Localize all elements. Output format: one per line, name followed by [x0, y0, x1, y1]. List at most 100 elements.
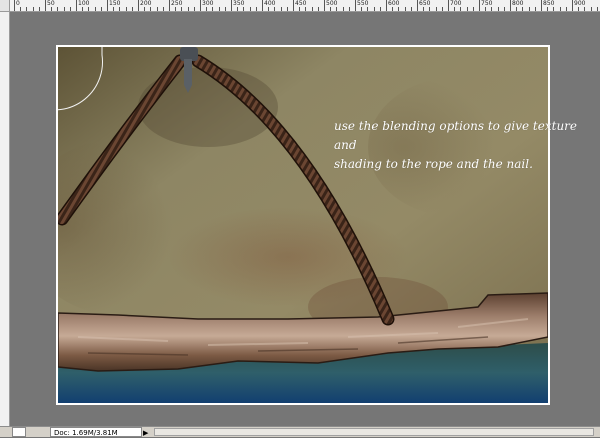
ruler-major-tick	[510, 0, 511, 11]
ruler-label: 0	[16, 0, 20, 7]
ruler-minor-tick	[410, 7, 412, 11]
document-size-info[interactable]: Doc: 1.69M/3.81M	[50, 427, 142, 437]
ruler-major-tick	[76, 0, 77, 11]
ruler-major-tick	[386, 0, 387, 11]
ruler-minor-tick	[596, 7, 598, 11]
ruler-label: 200	[140, 0, 152, 7]
ruler-major-tick	[572, 0, 573, 11]
ruler-minor-tick	[497, 7, 499, 11]
ruler-minor-tick	[361, 7, 363, 11]
ruler-label: 400	[264, 0, 276, 7]
ruler-minor-tick	[460, 7, 462, 11]
ruler-minor-tick	[38, 7, 40, 11]
ruler-minor-tick	[342, 7, 344, 11]
ruler-minor-tick	[305, 7, 307, 11]
ruler-minor-tick	[516, 7, 518, 11]
ruler-major-tick	[138, 0, 139, 11]
ruler-label: 850	[543, 0, 555, 7]
ruler-minor-tick	[255, 7, 257, 11]
ruler-minor-tick	[206, 7, 208, 11]
ruler-major-tick	[541, 0, 542, 11]
ruler-minor-tick	[131, 7, 133, 11]
status-bar: Doc: 1.69M/3.81M ▶	[0, 426, 600, 437]
ruler-origin[interactable]	[0, 0, 10, 12]
document-window[interactable]: use the blending options to give texture…	[10, 12, 600, 426]
ruler-minor-tick	[218, 7, 220, 11]
zoom-icon[interactable]	[12, 427, 26, 437]
ruler-label: 800	[512, 0, 524, 7]
ruler-minor-tick	[113, 7, 115, 11]
ruler-minor-tick	[119, 7, 121, 11]
ruler-minor-tick	[528, 7, 530, 11]
ruler-minor-tick	[69, 7, 71, 11]
ruler-label: 700	[450, 0, 462, 7]
ruler-minor-tick	[82, 7, 84, 11]
ruler-minor-tick	[317, 7, 319, 11]
ruler-minor-tick	[423, 7, 425, 11]
ruler-major-tick	[45, 0, 46, 11]
artwork-image	[58, 47, 548, 403]
ruler-major-tick	[479, 0, 480, 11]
ruler-label: 450	[295, 0, 307, 7]
ruler-minor-tick	[348, 7, 350, 11]
ruler-minor-tick	[553, 7, 555, 11]
ruler-minor-tick	[268, 7, 270, 11]
ruler-label: 900	[574, 0, 586, 7]
ruler-minor-tick	[175, 7, 177, 11]
document-canvas[interactable]: use the blending options to give texture…	[56, 45, 577, 405]
ruler-major-tick	[262, 0, 263, 11]
ruler-minor-tick	[367, 7, 369, 11]
ruler-minor-tick	[63, 7, 65, 11]
ruler-label: 250	[171, 0, 183, 7]
ruler-major-tick	[293, 0, 294, 11]
ruler-label: 300	[202, 0, 214, 7]
ruler-major-tick	[169, 0, 170, 11]
ruler-major-tick	[324, 0, 325, 11]
ruler-minor-tick	[398, 7, 400, 11]
ruler-minor-tick	[212, 7, 214, 11]
horizontal-ruler[interactable]: 0 50 100 150 200 250 300 350 400 450 500 550 600 650 7…	[0, 0, 600, 12]
ruler-minor-tick	[125, 7, 127, 11]
ruler-major-tick	[448, 0, 449, 11]
ruler-label: 500	[326, 0, 338, 7]
caption-line-2: shading to the rope and the nail.	[334, 157, 533, 171]
ruler-minor-tick	[94, 7, 96, 11]
ruler-minor-tick	[441, 7, 443, 11]
ruler-minor-tick	[88, 7, 90, 11]
ruler-minor-tick	[472, 7, 474, 11]
ruler-minor-tick	[522, 7, 524, 11]
ruler-label: 350	[233, 0, 245, 7]
ruler-minor-tick	[249, 7, 251, 11]
ruler-minor-tick	[51, 7, 53, 11]
ruler-minor-tick	[193, 7, 195, 11]
ruler-minor-tick	[534, 7, 536, 11]
horizontal-scrollbar[interactable]	[154, 428, 594, 436]
ruler-minor-tick	[429, 7, 431, 11]
ruler-minor-tick	[237, 7, 239, 11]
caption-line-1: use the blending options to give texture…	[334, 119, 578, 152]
ruler-minor-tick	[503, 7, 505, 11]
ruler-major-tick	[14, 0, 15, 11]
ruler-label: 650	[419, 0, 431, 7]
ruler-minor-tick	[299, 7, 301, 11]
ruler-minor-tick	[485, 7, 487, 11]
ruler-minor-tick	[100, 7, 102, 11]
canvas-caption: use the blending options to give texture…	[334, 117, 594, 174]
ruler-minor-tick	[373, 7, 375, 11]
vertical-ruler[interactable]	[0, 12, 10, 426]
ruler-major-tick	[200, 0, 201, 11]
ruler-minor-tick	[150, 7, 152, 11]
ruler-minor-tick	[379, 7, 381, 11]
ruler-minor-tick	[584, 7, 586, 11]
ruler-minor-tick	[162, 7, 164, 11]
ruler-label: 550	[357, 0, 369, 7]
ruler-minor-tick	[491, 7, 493, 11]
ruler-minor-tick	[181, 7, 183, 11]
ruler-label: 750	[481, 0, 493, 7]
ruler-label: 150	[109, 0, 121, 7]
ruler-minor-tick	[20, 7, 22, 11]
ruler-minor-tick	[565, 7, 567, 11]
ruler-minor-tick	[144, 7, 146, 11]
ruler-minor-tick	[454, 7, 456, 11]
ruler-minor-tick	[156, 7, 158, 11]
